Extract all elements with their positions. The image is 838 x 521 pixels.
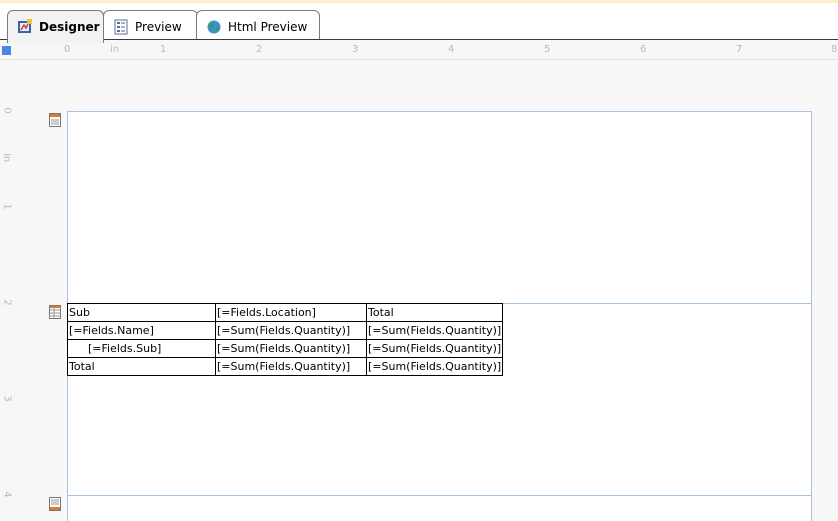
ruler-unit: in: [1, 152, 13, 163]
table-cell[interactable]: [=Fields.Location]: [215, 303, 367, 322]
tab-preview[interactable]: Preview: [103, 10, 198, 42]
crosstab-table[interactable]: Sub [=Fields.Location] Total [=Fields.Na…: [67, 303, 504, 376]
table-cell[interactable]: [=Sum(Fields.Quantity)]: [365, 357, 504, 376]
ruler-number: 3: [352, 44, 359, 55]
table-band-icon[interactable]: [49, 304, 61, 319]
ruler-number: 1: [160, 44, 167, 55]
tab-label: Preview: [135, 19, 182, 34]
tab-html-preview[interactable]: Html Preview: [196, 10, 320, 42]
tab-label: Designer: [39, 20, 100, 34]
ruler-number: 0: [1, 107, 13, 114]
ruler-number: 4: [1, 491, 13, 498]
horizontal-ruler[interactable]: 0 in 1 2 3 4 5 6 7 8: [0, 40, 838, 60]
band-separator[interactable]: [67, 495, 812, 496]
tab-designer[interactable]: Designer: [7, 10, 104, 43]
ruler-corner-square-icon[interactable]: [2, 46, 11, 55]
ruler-number: 1: [1, 203, 13, 210]
ruler-number: 8: [831, 44, 838, 55]
ruler-number: 6: [640, 44, 647, 55]
ruler-number: 0: [64, 44, 71, 55]
ruler-number: 2: [256, 44, 263, 55]
table-row: Total [=Sum(Fields.Quantity)] [=Sum(Fiel…: [67, 357, 504, 376]
table-cell[interactable]: [=Sum(Fields.Quantity)]: [215, 339, 367, 358]
table-cell[interactable]: [=Sum(Fields.Quantity)]: [215, 321, 367, 340]
table-cell[interactable]: [=Sum(Fields.Quantity)]: [215, 357, 367, 376]
vertical-ruler[interactable]: 0 in 1 2 3 4: [0, 60, 17, 521]
globe-icon: [206, 19, 222, 35]
table-row: [=Fields.Sub] [=Sum(Fields.Quantity)] [=…: [67, 339, 504, 358]
report-footer-icon[interactable]: [49, 496, 61, 511]
designer-icon: [17, 19, 33, 35]
table-row: [=Fields.Name] [=Sum(Fields.Quantity)] […: [67, 321, 504, 340]
table-cell[interactable]: Total: [365, 303, 504, 322]
table-cell[interactable]: Sub: [67, 303, 216, 322]
tab-label: Html Preview: [228, 19, 308, 34]
table-cell[interactable]: Total: [67, 357, 216, 376]
ruler-number: 4: [448, 44, 455, 55]
ruler-unit: in: [110, 44, 120, 55]
table-cell[interactable]: [=Sum(Fields.Quantity)]: [365, 321, 504, 340]
ruler-number: 2: [1, 299, 13, 306]
table-cell[interactable]: [=Fields.Sub]: [67, 339, 216, 358]
ruler-number: 5: [544, 44, 551, 55]
tab-bar: Designer Preview Html Preview: [0, 3, 838, 43]
table-row: Sub [=Fields.Location] Total: [67, 303, 504, 322]
ruler-number: 3: [1, 395, 13, 402]
ruler-number: 7: [736, 44, 743, 55]
table-cell[interactable]: [=Sum(Fields.Quantity)]: [365, 339, 504, 358]
preview-icon: [113, 19, 129, 35]
report-header-icon[interactable]: [49, 112, 61, 127]
table-cell[interactable]: [=Fields.Name]: [67, 321, 216, 340]
